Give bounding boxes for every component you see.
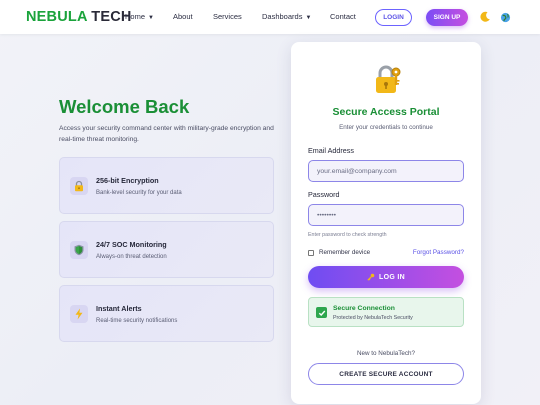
nav-link-contact[interactable]: Contact: [330, 12, 356, 21]
login-button[interactable]: LOG IN: [308, 266, 464, 288]
portal-title: Secure Access Portal: [332, 106, 440, 118]
chevron-down-icon: ▼: [305, 15, 312, 21]
feature-title: 256-bit Encryption: [96, 176, 159, 185]
nav-link-about[interactable]: About: [173, 12, 193, 21]
password-strength-hint: Enter password to check strength: [308, 232, 387, 238]
feature-title: 24/7 SOC Monitoring: [96, 240, 167, 249]
login-button-top[interactable]: LOGIN: [375, 9, 412, 26]
welcome-title: Welcome Back: [59, 96, 190, 117]
check-icon: [316, 307, 327, 318]
secure-connection-title: Secure Connection: [333, 305, 395, 312]
key-icon: [367, 273, 375, 281]
nav-link-services-label: Services: [213, 12, 242, 21]
nav-link-dashboards[interactable]: Dashboards ▼: [262, 12, 311, 21]
globe-icon[interactable]: [500, 12, 511, 23]
feature-title: Instant Alerts: [96, 304, 142, 313]
login-card: Secure Access Portal Enter your credenti…: [291, 42, 481, 404]
secure-connection-badge: Secure Connection Protected by NebulaTec…: [308, 297, 464, 327]
forgot-password-link[interactable]: Forgot Password?: [413, 249, 464, 256]
password-label: Password: [308, 190, 340, 199]
remember-device-checkbox[interactable]: Remember device: [308, 249, 370, 256]
lock-icon: [70, 177, 88, 195]
nav-link-about-label: About: [173, 12, 193, 21]
login-button-label: LOG IN: [379, 273, 405, 281]
lock-key-icon: [376, 65, 401, 93]
remember-device-label: Remember device: [319, 249, 371, 256]
welcome-description: Access your security command center with…: [59, 125, 274, 143]
top-navbar: NEBULA TECH Home ▼ About Services Dashboa…: [0, 0, 540, 34]
brand-name-part1: NEBULA: [26, 9, 88, 25]
email-label: Email Address: [308, 146, 354, 155]
lightning-icon: [70, 305, 88, 323]
nav-link-contact-label: Contact: [330, 12, 356, 21]
feature-card-encryption: 256-bit Encryption Bank-level security f…: [59, 157, 274, 214]
chevron-down-icon: ▼: [148, 15, 154, 21]
moon-icon[interactable]: [479, 11, 491, 23]
signup-button[interactable]: SIGN UP: [426, 9, 468, 26]
nav-link-services[interactable]: Services: [213, 12, 242, 21]
checkbox-box[interactable]: [308, 249, 314, 256]
feature-card-alerts: Instant Alerts Real-time security notifi…: [59, 285, 274, 342]
nav-link-home-label: Home: [125, 12, 146, 21]
email-field[interactable]: your.email@company.com: [308, 160, 464, 182]
portal-subtitle: Enter your credentials to continue: [339, 124, 433, 131]
secure-connection-description: Protected by NebulaTech Security: [333, 315, 413, 321]
feature-description: Bank-level security for your data: [96, 190, 182, 196]
feature-description: Always-on threat detection: [96, 254, 167, 260]
create-account-button[interactable]: CREATE SECURE ACCOUNT: [308, 363, 464, 385]
nav-link-dashboards-label: Dashboards: [262, 12, 303, 21]
password-field[interactable]: ••••••••: [308, 204, 464, 226]
shield-icon: [70, 241, 88, 259]
feature-card-soc: 24/7 SOC Monitoring Always-on threat det…: [59, 221, 274, 278]
brand-logo[interactable]: NEBULA TECH: [26, 9, 132, 25]
feature-description: Real-time security notifications: [96, 318, 178, 324]
nav-link-home[interactable]: Home ▼: [125, 12, 154, 21]
new-user-prompt: New to NebulaTech?: [356, 350, 416, 357]
